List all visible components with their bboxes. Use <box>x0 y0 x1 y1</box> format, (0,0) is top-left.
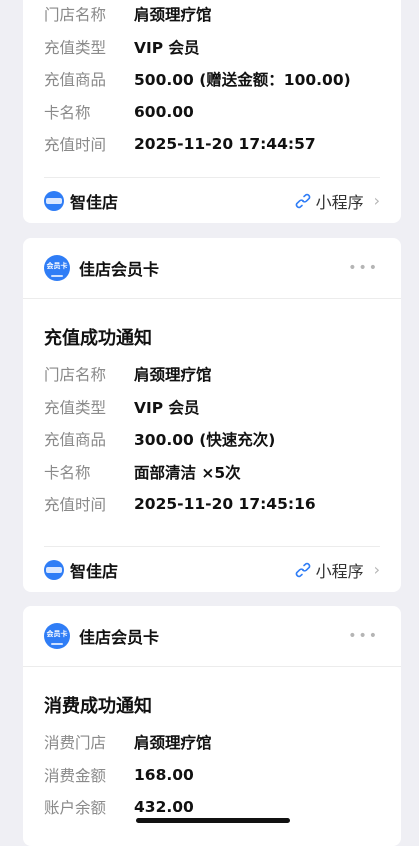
message-card-recharge-1: 门店名称 肩颈理疗馆 充值类型 VIP 会员 充值商品 500.00 (赠送金额：10… <box>23 0 401 223</box>
mini-program-label: 小程序 <box>315 192 364 212</box>
row-value: 500.00 (赠送金额：100.00) <box>134 71 351 90</box>
account-name: 佳店会员卡 <box>79 260 160 279</box>
notification-title: 消费成功通知 <box>44 696 152 717</box>
detail-rows: 门店名称 肩颈理疗馆 充值类型 VIP 会员 充值商品 500.00 (赠送金额：10… <box>23 0 401 161</box>
card-header: 会员卡 佳店会员卡 ••• <box>23 606 401 667</box>
row-label: 账户余额 <box>44 799 107 818</box>
row-value: VIP 会员 <box>134 38 200 57</box>
row-value: 肩颈理疗馆 <box>134 6 212 25</box>
membership-card-icon: 会员卡 <box>44 623 70 649</box>
detail-row: 充值时间 2025-11-20 17:44:57 <box>44 128 380 161</box>
brand-name: 智佳店 <box>70 561 119 581</box>
detail-rows: 消费门店 肩颈理疗馆 消费金额 168.00 账户余额 432.00 <box>23 715 401 824</box>
notification-title: 充值成功通知 <box>44 328 152 349</box>
link-icon <box>295 562 310 577</box>
row-label: 充值类型 <box>44 38 107 57</box>
detail-row: 充值商品 500.00 (赠送金额：100.00) <box>44 63 380 96</box>
icon-text: 会员卡 <box>46 629 68 638</box>
detail-row: 门店名称 肩颈理疗馆 <box>44 358 380 391</box>
row-value: 2025-11-20 17:44:57 <box>134 135 316 154</box>
detail-row: 消费门店 肩颈理疗馆 <box>44 726 380 759</box>
row-label: 充值类型 <box>44 398 107 417</box>
membership-card-icon: 会员卡 <box>44 255 70 281</box>
detail-row: 充值时间 2025-11-20 17:45:16 <box>44 488 380 521</box>
row-value: 肩颈理疗馆 <box>134 366 212 385</box>
row-value: 432.00 <box>134 798 194 817</box>
message-card-recharge-2: 会员卡 佳店会员卡 ••• 充值成功通知 门店名称 肩颈理疗馆 充值类型 VIP 会… <box>23 238 401 592</box>
row-label: 充值商品 <box>44 431 107 450</box>
detail-rows: 门店名称 肩颈理疗馆 充值类型 VIP 会员 充值商品 300.00 (快速充次) 卡… <box>23 347 401 521</box>
row-value: 168.00 <box>134 765 194 784</box>
icon-text: 会员卡 <box>46 261 68 270</box>
row-value: VIP 会员 <box>134 398 200 417</box>
chevron-right-icon: › <box>373 191 380 210</box>
more-dots-icon[interactable]: ••• <box>348 628 379 644</box>
row-label: 充值时间 <box>44 136 107 155</box>
brand-logo-icon <box>44 190 64 211</box>
row-label: 卡名称 <box>44 103 91 122</box>
row-label: 消费门店 <box>44 734 107 753</box>
message-card-consumption: 会员卡 佳店会员卡 ••• 消费成功通知 消费门店 肩颈理疗馆 消费金额 168.0… <box>23 606 401 846</box>
row-value: 肩颈理疗馆 <box>134 734 212 753</box>
row-label: 门店名称 <box>44 366 107 385</box>
card-header: 会员卡 佳店会员卡 ••• <box>23 238 401 299</box>
detail-row: 消费金额 168.00 <box>44 759 380 792</box>
row-label: 充值商品 <box>44 71 107 90</box>
detail-row: 充值类型 VIP 会员 <box>44 391 380 424</box>
card-footer[interactable]: 智佳店 小程序 › <box>44 546 380 592</box>
mini-program-link[interactable]: 小程序 › <box>295 558 380 582</box>
detail-row: 充值类型 VIP 会员 <box>44 31 380 64</box>
home-indicator[interactable] <box>136 818 290 823</box>
detail-row: 卡名称 面部清洁 ×5次 <box>44 456 380 489</box>
detail-row: 门店名称 肩颈理疗馆 <box>44 0 380 31</box>
brand[interactable]: 智佳店 <box>44 189 295 213</box>
row-value: 300.00 (快速充次) <box>134 431 276 450</box>
mini-program-label: 小程序 <box>315 561 364 581</box>
detail-row: 卡名称 600.00 <box>44 96 380 129</box>
brand-name: 智佳店 <box>70 192 119 212</box>
row-value: 600.00 <box>134 102 194 121</box>
link-icon <box>295 193 310 208</box>
row-label: 门店名称 <box>44 6 107 25</box>
mini-program-link[interactable]: 小程序 › <box>295 189 380 213</box>
account-name: 佳店会员卡 <box>79 628 160 647</box>
row-value: 面部清洁 ×5次 <box>134 463 241 482</box>
detail-row: 充值商品 300.00 (快速充次) <box>44 423 380 456</box>
brand[interactable]: 智佳店 <box>44 558 295 582</box>
chevron-right-icon: › <box>373 560 380 579</box>
row-label: 充值时间 <box>44 496 107 515</box>
row-value: 2025-11-20 17:45:16 <box>134 495 316 514</box>
row-label: 卡名称 <box>44 463 91 482</box>
more-dots-icon[interactable]: ••• <box>348 260 379 276</box>
card-footer[interactable]: 智佳店 小程序 › <box>44 177 380 223</box>
brand-logo-icon <box>44 559 64 580</box>
row-label: 消费金额 <box>44 766 107 785</box>
